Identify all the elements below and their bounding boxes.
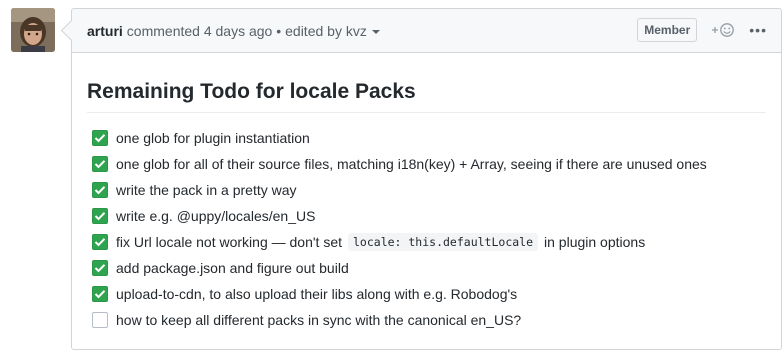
task-checkbox[interactable] bbox=[92, 286, 108, 302]
edited-by-label: edited by kvz bbox=[285, 22, 367, 39]
edited-by-dropdown[interactable]: edited by kvz bbox=[285, 23, 380, 39]
comment-timestamp[interactable]: commented 4 days ago • bbox=[127, 23, 281, 39]
comment-box: arturi commented 4 days ago • edited by … bbox=[71, 8, 782, 350]
avatar-image bbox=[11, 8, 55, 52]
header-actions: Member ••• bbox=[637, 18, 767, 42]
inline-code: locale: this.defaultLocale bbox=[348, 233, 539, 251]
check-icon bbox=[94, 212, 106, 221]
check-icon bbox=[94, 134, 106, 143]
member-badge: Member bbox=[637, 18, 698, 42]
task-label: fix Url locale not working — don't set bbox=[116, 234, 342, 250]
check-icon bbox=[94, 264, 106, 273]
task-label: upload-to-cdn, to also upload their libs… bbox=[116, 286, 518, 302]
task-checkbox[interactable] bbox=[92, 260, 108, 276]
task-label: one glob for plugin instantiation bbox=[116, 130, 310, 146]
check-icon bbox=[94, 186, 106, 195]
add-reaction-button[interactable] bbox=[709, 22, 735, 38]
task-checkbox[interactable] bbox=[92, 234, 108, 250]
task-label: write the pack in a pretty way bbox=[116, 182, 297, 198]
task-item: write the pack in a pretty way bbox=[92, 181, 766, 199]
task-item: add package.json and figure out build bbox=[92, 259, 766, 277]
task-checkbox[interactable] bbox=[92, 130, 108, 146]
task-item: how to keep all different packs in sync … bbox=[92, 311, 766, 329]
task-checkbox[interactable] bbox=[92, 156, 108, 172]
author-link[interactable]: arturi bbox=[87, 23, 123, 39]
task-item: upload-to-cdn, to also upload their libs… bbox=[92, 285, 766, 303]
task-item: write e.g. @uppy/locales/en_US bbox=[92, 207, 766, 225]
smiley-plus-icon bbox=[712, 23, 735, 37]
task-item: fix Url locale not working — don't set l… bbox=[92, 233, 766, 251]
task-checkbox[interactable] bbox=[92, 312, 108, 328]
task-checkbox[interactable] bbox=[92, 182, 108, 198]
task-item: one glob for all of their source files, … bbox=[92, 155, 766, 173]
task-item: one glob for plugin instantiation bbox=[92, 129, 766, 147]
task-label: how to keep all different packs in sync … bbox=[116, 312, 522, 328]
task-label: add package.json and figure out build bbox=[116, 260, 349, 276]
check-icon bbox=[94, 238, 106, 247]
caret-down-icon bbox=[371, 29, 380, 34]
task-label: write e.g. @uppy/locales/en_US bbox=[116, 208, 316, 224]
comment-header: arturi commented 4 days ago • edited by … bbox=[72, 9, 781, 53]
task-label-suffix: in plugin options bbox=[544, 234, 646, 250]
check-icon bbox=[94, 160, 106, 169]
task-checkbox[interactable] bbox=[92, 208, 108, 224]
comment-body: Remaining Todo for locale Packs one glob… bbox=[72, 79, 781, 329]
comment-heading: Remaining Todo for locale Packs bbox=[87, 79, 766, 113]
check-icon bbox=[94, 290, 106, 299]
more-options-button[interactable]: ••• bbox=[749, 22, 767, 38]
task-label: one glob for all of their source files, … bbox=[116, 156, 707, 172]
task-list: one glob for plugin instantiation one gl… bbox=[87, 129, 766, 329]
avatar[interactable] bbox=[11, 8, 55, 52]
